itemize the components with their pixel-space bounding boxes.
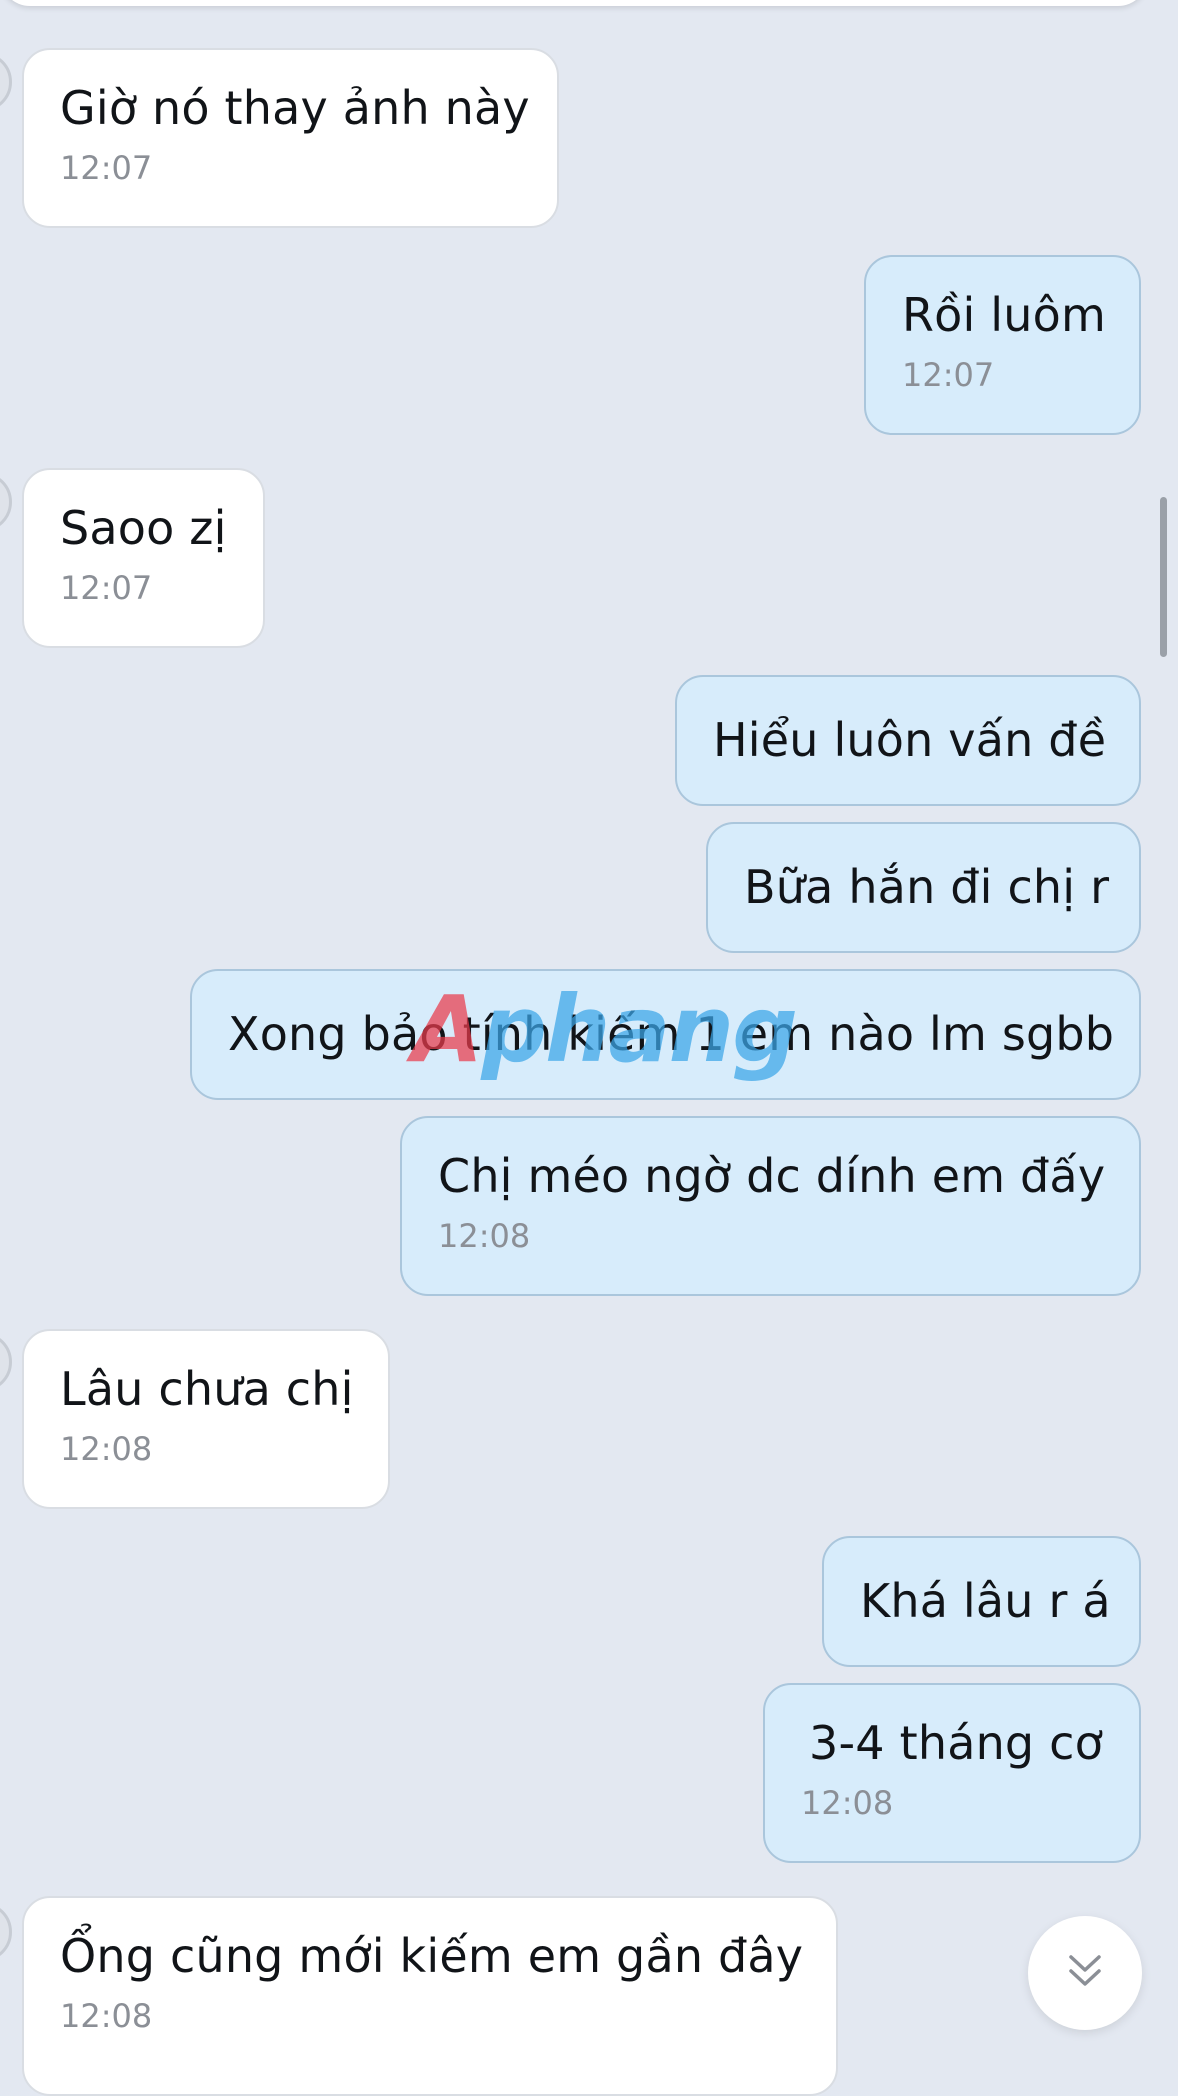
message-text: Saoo zị <box>60 501 227 555</box>
message-text: 3-4 tháng cơ <box>809 1716 1103 1770</box>
message-bubble-incoming[interactable]: Lâu chưa chị 12:08 <box>22 1329 390 1509</box>
top-panel <box>0 0 1148 6</box>
message-text: Bữa hắn đi chị r <box>744 860 1110 914</box>
message-bubble-outgoing[interactable]: Bữa hắn đi chị r <box>706 822 1141 953</box>
message-text: Xong bảo tính kiếm 1 em nào lm sgbb <box>228 1007 1115 1061</box>
message-bubble-outgoing[interactable]: 3-4 tháng cơ 12:08 <box>763 1683 1141 1863</box>
message-time: 12:07 <box>60 569 153 607</box>
message-bubble-outgoing[interactable]: Khá lâu r á <box>822 1536 1141 1667</box>
message-text: Rồi luôm <box>902 288 1106 342</box>
message-text: Chị méo ngờ dc dính em đấy <box>438 1149 1106 1203</box>
chevron-double-down-icon <box>1065 1951 1105 1995</box>
message-time: 12:08 <box>438 1217 531 1255</box>
message-text: Khá lâu r á <box>860 1574 1111 1628</box>
scroll-to-bottom-button[interactable] <box>1028 1916 1142 2030</box>
sender-avatar[interactable] <box>0 1332 12 1392</box>
message-text: Ổng cũng mới kiếm em gần đây <box>60 1929 804 1983</box>
message-bubble-incoming[interactable]: Saoo zị 12:07 <box>22 468 265 648</box>
sender-avatar[interactable] <box>0 1902 12 1962</box>
sender-avatar[interactable] <box>0 52 12 112</box>
message-time: 12:07 <box>60 149 153 187</box>
message-text: Hiểu luôn vấn đề <box>713 713 1107 767</box>
message-bubble-outgoing[interactable]: Rồi luôm 12:07 <box>864 255 1141 435</box>
scrollbar-thumb[interactable] <box>1160 497 1167 657</box>
message-bubble-outgoing[interactable]: Xong bảo tính kiếm 1 em nào lm sgbb <box>190 969 1141 1100</box>
sender-avatar[interactable] <box>0 472 12 532</box>
message-bubble-outgoing[interactable]: Chị méo ngờ dc dính em đấy 12:08 <box>400 1116 1141 1296</box>
message-time: 12:08 <box>60 1430 153 1468</box>
message-time: 12:07 <box>902 356 995 394</box>
message-text: Lâu chưa chị <box>60 1362 354 1416</box>
message-bubble-incoming[interactable]: Ổng cũng mới kiếm em gần đây 12:08 <box>22 1896 838 2096</box>
message-bubble-outgoing[interactable]: Hiểu luôn vấn đề <box>675 675 1141 806</box>
message-text: Giờ nó thay ảnh này <box>60 81 530 135</box>
message-time: 12:08 <box>60 1997 153 2035</box>
message-time: 12:08 <box>801 1784 894 1822</box>
message-bubble-incoming[interactable]: Giờ nó thay ảnh này 12:07 <box>22 48 559 228</box>
